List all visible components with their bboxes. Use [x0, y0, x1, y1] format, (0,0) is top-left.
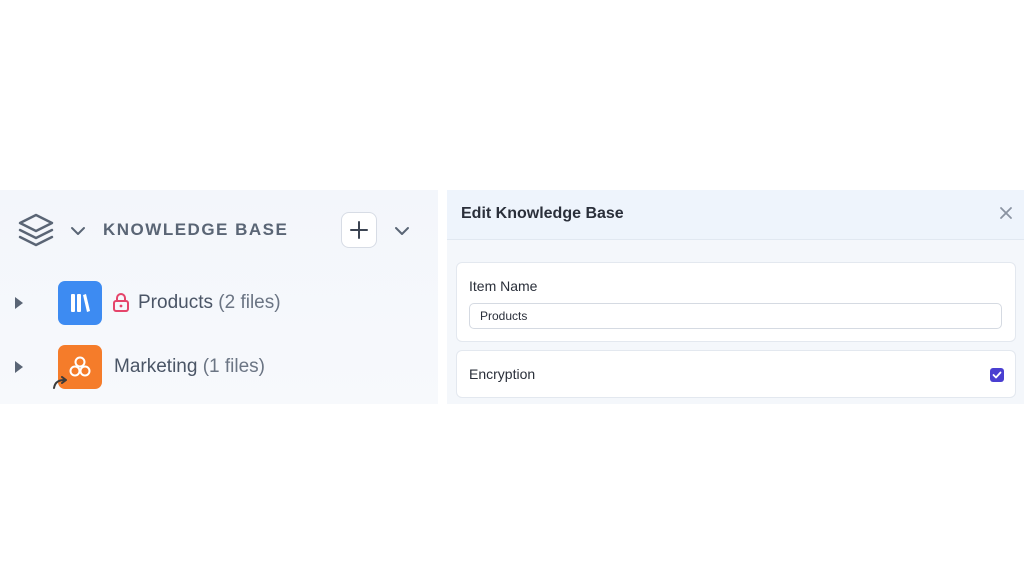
books-icon	[58, 281, 102, 325]
item-name: Marketing	[114, 356, 198, 377]
knowledge-base-header: KNOWLEDGE BASE	[0, 190, 438, 270]
layers-icon	[18, 213, 54, 247]
expand-caret-icon[interactable]	[13, 295, 25, 311]
item-name: Products	[138, 292, 213, 313]
item-file-count: (2 files)	[218, 292, 281, 313]
item-name-label: Item Name	[469, 278, 538, 294]
knowledge-base-panel: KNOWLEDGE BASE Products (2 files) Market…	[0, 190, 438, 404]
encryption-label: Encryption	[469, 366, 536, 382]
expand-caret-icon[interactable]	[13, 359, 25, 375]
collapse-chevron-icon[interactable]	[393, 222, 411, 240]
close-icon[interactable]	[999, 206, 1013, 220]
check-icon	[992, 371, 1002, 379]
dialog-title: Edit Knowledge Base	[461, 205, 624, 222]
list-item-label: Marketing (1 files)	[114, 356, 265, 378]
edit-knowledge-base-dialog: Edit Knowledge Base Item Name Encryption	[447, 190, 1024, 404]
list-item-label: Products (2 files)	[138, 292, 281, 314]
encryption-checkbox[interactable]	[990, 368, 1004, 382]
item-name-card: Item Name	[456, 262, 1016, 342]
list-item-marketing[interactable]: Marketing (1 files)	[0, 338, 438, 398]
lock-icon	[113, 293, 129, 312]
add-item-button[interactable]	[341, 212, 377, 248]
plus-icon	[350, 221, 368, 239]
dialog-header: Edit Knowledge Base	[447, 190, 1024, 240]
list-item-products[interactable]: Products (2 files)	[0, 274, 438, 334]
encryption-card: Encryption	[456, 350, 1016, 398]
chevron-down-icon[interactable]	[69, 222, 87, 240]
item-file-count: (1 files)	[202, 356, 265, 377]
shared-arrow-icon	[53, 376, 67, 389]
item-name-input[interactable]	[469, 303, 1002, 329]
knowledge-base-title: KNOWLEDGE BASE	[103, 220, 289, 239]
